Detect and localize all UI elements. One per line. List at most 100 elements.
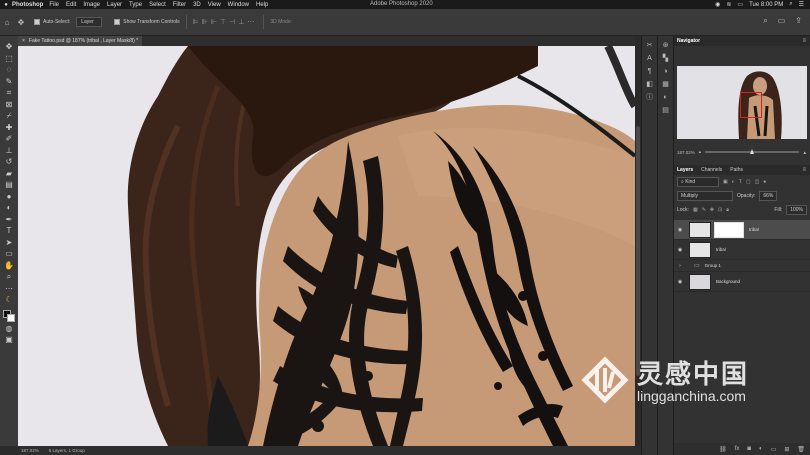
zoom-slider-knob[interactable] bbox=[749, 149, 754, 154]
color-swatches[interactable] bbox=[2, 309, 16, 323]
menu-3d[interactable]: 3D bbox=[193, 2, 201, 8]
layers-menu-icon[interactable]: ≡ bbox=[802, 167, 806, 173]
align-middle-icon[interactable]: ⊣ bbox=[229, 18, 235, 26]
brush-tool-icon[interactable]: ✐ bbox=[2, 134, 16, 145]
trash-icon[interactable]: 🗑︎ bbox=[797, 446, 805, 453]
visibility-eye-icon[interactable]: ◉ bbox=[674, 279, 686, 285]
layer-name[interactable]: tribal bbox=[749, 227, 759, 232]
align-left-icon[interactable]: ⊫ bbox=[193, 18, 199, 26]
control-center-icon[interactable]: ☰ bbox=[799, 1, 804, 8]
status-zoom[interactable]: 187.02% bbox=[21, 448, 39, 453]
lock-pixels-icon[interactable]: ✎ bbox=[702, 207, 706, 213]
menu-app-name[interactable]: Photoshop bbox=[12, 2, 43, 8]
panel-menu-icon[interactable]: ≡ bbox=[802, 38, 806, 44]
show-transform-checkbox[interactable] bbox=[114, 19, 121, 25]
filter-pixel-icon[interactable]: ▣ bbox=[723, 179, 728, 185]
menu-image[interactable]: Image bbox=[83, 2, 100, 8]
navigator-view-box[interactable] bbox=[740, 92, 762, 118]
lock-position-icon[interactable]: ✥ bbox=[710, 207, 714, 213]
layer-name[interactable]: tribal bbox=[716, 247, 726, 252]
layer-name[interactable]: Group 1 bbox=[705, 263, 721, 268]
edit-toolbar-icon[interactable]: ⋯ bbox=[2, 284, 16, 295]
path-select-tool-icon[interactable]: ➤ bbox=[2, 238, 16, 249]
group-chevron-icon[interactable]: › bbox=[674, 263, 686, 269]
screen-mode-icon[interactable]: ▣ bbox=[2, 335, 16, 346]
layer-row[interactable]: ◉ tribal bbox=[674, 220, 810, 240]
layer-row[interactable]: ◉ tribal bbox=[674, 240, 810, 260]
filter-adjust-icon[interactable]: ◐ bbox=[732, 179, 735, 185]
layer-filter-dropdown[interactable]: ⌕ Kind bbox=[677, 177, 719, 187]
tab-layers[interactable]: Layers bbox=[677, 167, 693, 173]
menu-edit[interactable]: Edit bbox=[66, 2, 76, 8]
move-tool-icon[interactable]: ✥ bbox=[2, 42, 16, 53]
paragraph-icon[interactable]: ¶ bbox=[648, 67, 652, 76]
screen-record-icon[interactable]: ◉ bbox=[715, 1, 720, 8]
lock-artboard-icon[interactable]: ⊡ bbox=[718, 207, 722, 213]
link-layers-icon[interactable]: ⛓ bbox=[719, 446, 727, 453]
swatches-icon[interactable]: ▦ bbox=[662, 80, 669, 89]
healing-tool-icon[interactable]: ✚ bbox=[2, 123, 16, 134]
info-icon[interactable]: ⓘ bbox=[646, 93, 653, 102]
color-panel-icon[interactable]: ◑ bbox=[663, 67, 667, 76]
menubar-clock[interactable]: Tue 8:00 PM bbox=[749, 2, 783, 8]
navigator-thumbnail[interactable] bbox=[677, 66, 807, 139]
filter-smart-icon[interactable]: ◫ bbox=[755, 179, 760, 185]
navigator-panel-icon[interactable]: ⊛ bbox=[663, 41, 669, 50]
history-brush-tool-icon[interactable]: ↺ bbox=[2, 157, 16, 168]
zoom-in-icon[interactable]: ▲ bbox=[803, 150, 807, 155]
menu-view[interactable]: View bbox=[208, 2, 221, 8]
workspace-icon[interactable]: ▭ bbox=[778, 16, 786, 26]
tab-navigator[interactable]: Navigator bbox=[677, 38, 700, 44]
search-icon[interactable]: ⌕ bbox=[763, 16, 767, 26]
battery-icon[interactable]: ▭ bbox=[737, 1, 743, 8]
apple-icon[interactable]: ● bbox=[0, 2, 12, 8]
menu-filter[interactable]: Filter bbox=[173, 2, 186, 8]
quick-mask-icon[interactable]: ◍ bbox=[2, 324, 16, 335]
opacity-field[interactable]: 66% bbox=[759, 191, 778, 201]
tab-paths[interactable]: Paths bbox=[730, 167, 743, 173]
document-tab[interactable]: × Fake Tattoo.psd @ 187% (tribal , Layer… bbox=[18, 36, 143, 46]
properties-icon[interactable]: ◧ bbox=[646, 80, 653, 89]
gradient-tool-icon[interactable]: ▤ bbox=[2, 180, 16, 191]
hand-tool-icon[interactable]: ✋ bbox=[2, 261, 16, 272]
auto-select-checkbox[interactable] bbox=[34, 19, 40, 25]
adjustment-layer-icon[interactable]: ◐ bbox=[759, 446, 763, 452]
navigator-zoom-value[interactable]: 187.02% bbox=[677, 150, 695, 155]
lasso-tool-icon[interactable]: ◌ bbox=[2, 65, 16, 76]
menu-layer[interactable]: Layer bbox=[107, 2, 122, 8]
visibility-eye-icon[interactable]: ◉ bbox=[674, 227, 686, 233]
navigator-zoom-slider[interactable] bbox=[705, 149, 799, 154]
status-info[interactable]: 5 Layers, 1 Group bbox=[49, 448, 85, 453]
menu-select[interactable]: Select bbox=[149, 2, 166, 8]
pen-tool-icon[interactable]: ✒ bbox=[2, 215, 16, 226]
clone-stamp-tool-icon[interactable]: ⊥ bbox=[2, 146, 16, 157]
scrollbar-thumb[interactable] bbox=[636, 126, 640, 376]
crop-tool-icon[interactable]: ⌗ bbox=[2, 88, 16, 99]
align-bottom-icon[interactable]: ⊥ bbox=[238, 18, 244, 26]
eyedropper-tool-icon[interactable]: ⌿ bbox=[2, 111, 16, 122]
share-icon[interactable]: ⇪ bbox=[795, 16, 802, 26]
move-tool-icon[interactable]: ✥ bbox=[14, 18, 28, 27]
shape-tool-icon[interactable]: ▭ bbox=[2, 249, 16, 260]
close-tab-icon[interactable]: × bbox=[22, 38, 25, 44]
zoom-out-icon[interactable]: ▴ bbox=[699, 149, 701, 155]
eraser-tool-icon[interactable]: ▰ bbox=[2, 169, 16, 180]
frame-tool-icon[interactable]: ⊠ bbox=[2, 100, 16, 111]
wifi-icon[interactable]: ≋ bbox=[726, 1, 731, 8]
banana-icon[interactable]: ☾ bbox=[2, 295, 16, 306]
zoom-tool-icon[interactable]: ⌕ bbox=[2, 272, 16, 283]
lock-transparent-icon[interactable]: ▦ bbox=[693, 207, 698, 213]
menu-window[interactable]: Window bbox=[228, 2, 249, 8]
align-center-icon[interactable]: ⊪ bbox=[202, 18, 208, 26]
auto-select-dropdown[interactable]: Layer bbox=[76, 17, 103, 27]
distribute-icon[interactable]: ⋯ bbox=[247, 18, 254, 26]
marquee-tool-icon[interactable]: ⬚ bbox=[2, 54, 16, 65]
layer-group-row[interactable]: › ▭ Group 1 bbox=[674, 260, 810, 272]
fill-field[interactable]: 100% bbox=[786, 205, 807, 215]
tools-options-icon[interactable]: ✂ bbox=[647, 41, 653, 50]
dodge-tool-icon[interactable]: ◐ bbox=[2, 203, 16, 214]
menu-file[interactable]: File bbox=[49, 2, 59, 8]
adjustments-icon[interactable]: ◐ bbox=[663, 93, 667, 102]
align-right-icon[interactable]: ⊩ bbox=[211, 18, 217, 26]
fx-icon[interactable]: fx bbox=[735, 446, 740, 452]
